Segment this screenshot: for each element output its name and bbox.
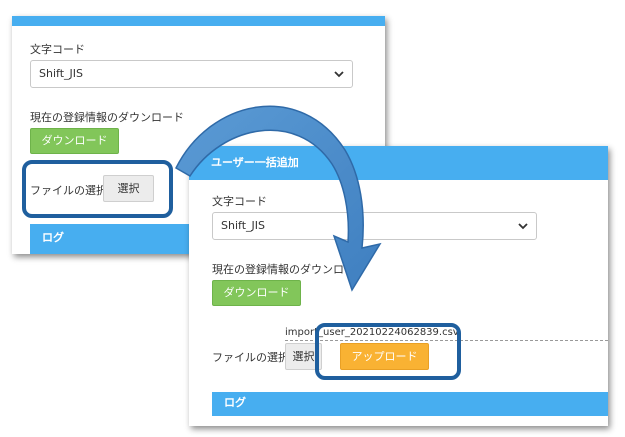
curved-arrow-icon: [175, 105, 382, 292]
